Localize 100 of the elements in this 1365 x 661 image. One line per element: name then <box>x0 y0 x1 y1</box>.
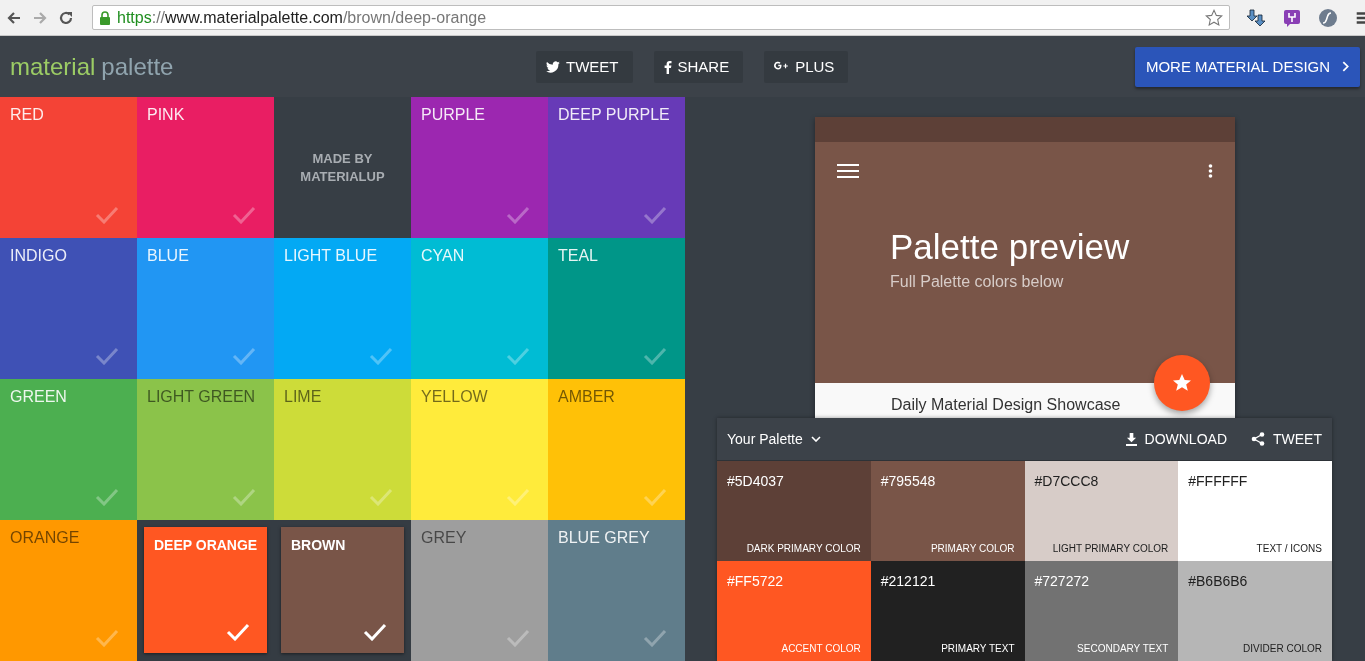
color-name: BROWN <box>291 537 346 553</box>
checkmark-icon <box>506 629 530 647</box>
palette-swatch[interactable]: #FFFFFF TEXT / ICONS <box>1178 461 1332 561</box>
checkmark-icon <box>506 347 530 365</box>
color-tile[interactable]: TEAL <box>548 238 685 379</box>
color-tile[interactable]: ORANGE <box>0 520 137 661</box>
checkmark-icon <box>226 623 251 641</box>
hex-code: #5D4037 <box>727 473 785 489</box>
checkmark-icon <box>95 629 119 647</box>
url-path: /brown/deep-orange <box>342 8 487 26</box>
color-tile[interactable]: YELLOW <box>411 379 548 520</box>
checkmark-icon <box>369 347 393 365</box>
color-name: CYAN <box>421 247 465 264</box>
address-bar[interactable]: https://www.materialpalette.com/brown/deep-orange <box>92 5 1230 30</box>
checkmark-icon <box>95 206 119 224</box>
more-vertical-icon[interactable] <box>1208 162 1213 180</box>
color-tile[interactable]: BLUE GREY <box>548 520 685 661</box>
back-icon[interactable] <box>6 9 22 26</box>
palette-action-button[interactable]: TWEET <box>1251 431 1322 447</box>
swatch-label: DARK PRIMARY COLOR <box>745 543 861 554</box>
palette-dropdown[interactable]: Your Palette <box>727 431 821 447</box>
palette-swatch[interactable]: #FF5722 ACCENT COLOR <box>717 561 871 661</box>
share-button[interactable]: TWEET <box>536 50 633 83</box>
share-button[interactable]: PLUS <box>764 50 849 83</box>
color-name: YELLOW <box>421 388 488 405</box>
checkmark-icon <box>643 347 667 365</box>
download-icon <box>1125 432 1137 446</box>
color-name: GREY <box>421 529 467 546</box>
menu-icon[interactable] <box>837 163 859 179</box>
color-tile[interactable]: PURPLE <box>411 97 548 238</box>
color-tile[interactable]: RED <box>0 97 137 238</box>
palette-swatch[interactable]: #B6B6B6 DIVIDER COLOR <box>1178 561 1332 661</box>
color-tile[interactable]: PINK <box>137 97 274 238</box>
url-separator: :// <box>151 8 166 26</box>
color-tile[interactable]: LIGHT GREEN <box>137 379 274 520</box>
made-by-link[interactable]: MADE BY MATERIALUP <box>292 149 393 186</box>
checkmark-icon <box>232 488 256 506</box>
flash-icon[interactable] <box>1318 7 1338 28</box>
checkmark-icon <box>506 488 530 506</box>
color-name: TEAL <box>558 247 598 264</box>
palette-swatch[interactable]: #795548 PRIMARY COLOR <box>870 461 1025 561</box>
color-name: LIME <box>284 388 322 405</box>
hex-code: #D7CCC8 <box>1034 473 1100 489</box>
logo-text: palette <box>101 52 174 81</box>
palette-action-button[interactable]: DOWNLOAD <box>1125 431 1227 447</box>
checkmark-icon <box>506 206 530 224</box>
color-name: ORANGE <box>10 529 80 546</box>
f-letter-icon <box>663 59 672 74</box>
color-tile[interactable]: BROWN <box>281 527 404 653</box>
star-icon <box>1172 373 1192 393</box>
chevron-right-icon <box>1342 61 1350 72</box>
checkmark-icon <box>95 488 119 506</box>
reload-icon[interactable] <box>58 9 74 26</box>
hex-code: #727272 <box>1034 573 1090 589</box>
url-scheme: https <box>117 8 152 26</box>
hex-code: #795548 <box>880 473 937 489</box>
color-tile[interactable]: AMBER <box>548 379 685 520</box>
checkmark-icon <box>643 206 667 224</box>
url-host: www.materialpalette.com <box>165 8 343 26</box>
color-name: LIGHT BLUE <box>284 247 378 264</box>
share-button[interactable]: SHARE <box>653 50 744 83</box>
color-name: RED <box>10 106 44 123</box>
color-tile[interactable]: BLUE <box>137 238 274 379</box>
preview-title: Palette preview <box>890 227 1131 267</box>
color-tile[interactable]: LIME <box>274 379 411 520</box>
extension-icon[interactable] <box>1282 7 1302 28</box>
hex-code: #B6B6B6 <box>1188 573 1249 589</box>
checkmark-icon <box>643 629 667 647</box>
checkmark-icon <box>643 488 667 506</box>
color-name: PURPLE <box>421 106 486 123</box>
swatch-label: TEXT / ICONS <box>1255 543 1322 554</box>
checkmark-icon <box>369 488 393 506</box>
color-tile[interactable]: DEEP PURPLE <box>548 97 685 238</box>
hex-code: #212121 <box>880 573 937 589</box>
swatch-label: DIVIDER COLOR <box>1242 643 1322 654</box>
download-arrows-icon[interactable] <box>1246 7 1266 28</box>
hex-code: #FFFFFF <box>1188 473 1249 489</box>
bookmark-star-icon[interactable] <box>1205 8 1223 27</box>
color-name: DEEP ORANGE <box>154 537 258 553</box>
star-fab-button[interactable] <box>1154 355 1210 411</box>
palette-swatch[interactable]: #212121 PRIMARY TEXT <box>870 561 1025 661</box>
color-tile[interactable]: GREY <box>411 520 548 661</box>
swatch-label: LIGHT PRIMARY COLOR <box>1051 543 1169 554</box>
color-name: LIGHT GREEN <box>147 388 256 405</box>
swatch-label: PRIMARY COLOR <box>929 543 1015 554</box>
checkmark-icon <box>363 623 387 641</box>
color-tile[interactable]: INDIGO <box>0 238 137 379</box>
palette-swatch[interactable]: #D7CCC8 LIGHT PRIMARY COLOR <box>1024 461 1179 561</box>
preview-subtitle: Full Palette colors below <box>890 273 1065 291</box>
share-icon <box>1251 432 1265 446</box>
palette-swatch[interactable]: #727272 SECONDARY TEXT <box>1024 561 1179 661</box>
palette-swatch[interactable]: #5D4037 DARK PRIMARY COLOR <box>717 461 871 561</box>
logo-text: material <box>10 52 96 81</box>
color-name: GREEN <box>10 388 67 405</box>
checkmark-icon <box>95 347 119 365</box>
more-material-design-button[interactable]: MORE MATERIAL DESIGN <box>1135 46 1360 87</box>
color-name: BLUE GREY <box>558 529 650 546</box>
swatch-label: PRIMARY TEXT <box>940 643 1015 654</box>
color-name: DEEP PURPLE <box>558 106 670 123</box>
color-tile[interactable]: DEEP ORANGE <box>144 527 268 653</box>
